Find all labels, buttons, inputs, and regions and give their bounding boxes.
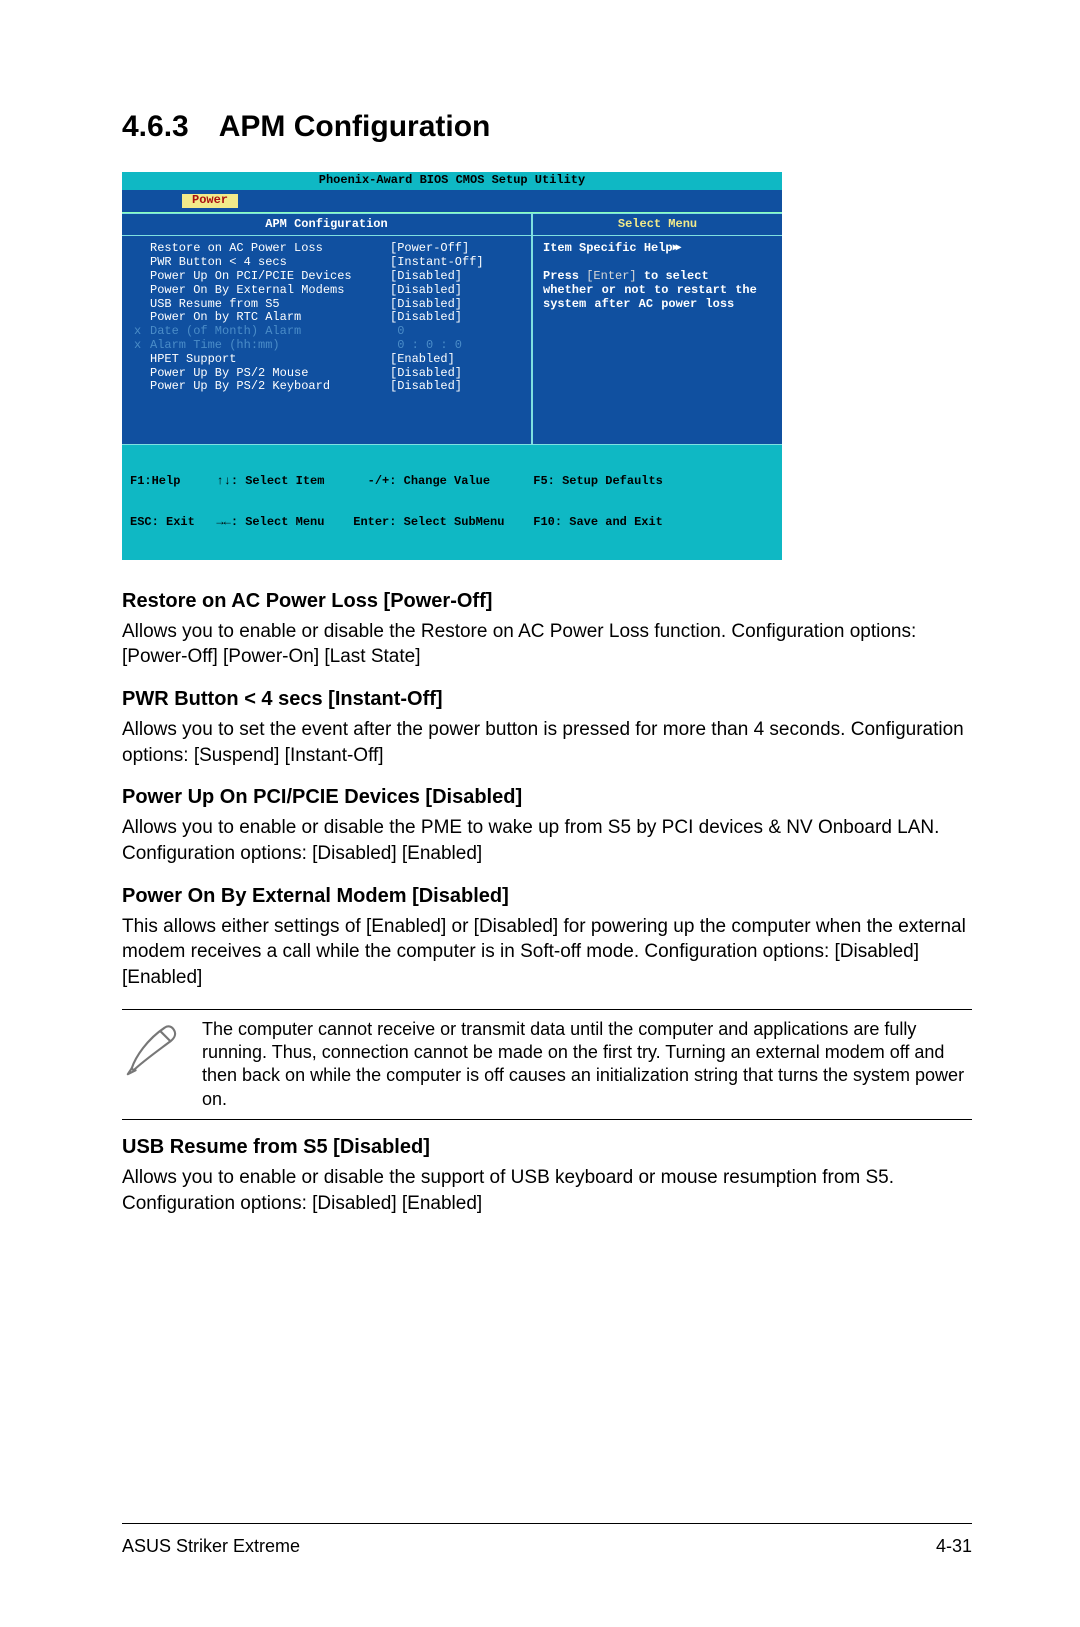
setting-title: PWR Button < 4 secs [Instant-Off]: [122, 688, 972, 711]
setting-title: Restore on AC Power Loss [Power-Off]: [122, 590, 972, 613]
forward-icon: ▶▶: [673, 243, 679, 255]
setting-body: Allows you to enable or disable the Rest…: [122, 619, 972, 670]
bios-tab-row: Power: [122, 192, 782, 212]
page-footer: ASUS Striker Extreme 4-31: [122, 1523, 972, 1557]
bios-column-headers: APM Configuration Select Menu: [122, 212, 782, 236]
setting-body: Allows you to enable or disable the supp…: [122, 1165, 972, 1216]
bios-setting-row[interactable]: PWR Button < 4 secs[Instant-Off]: [134, 256, 521, 270]
bios-setting-row[interactable]: USB Resume from S5[Disabled]: [134, 298, 521, 312]
footer-left: ASUS Striker Extreme: [122, 1536, 300, 1557]
section-heading: 4.6.3 APM Configuration: [122, 110, 972, 144]
setting-body: This allows either settings of [Enabled]…: [122, 914, 972, 991]
setting-description: Power On By External Modem [Disabled] Thi…: [122, 885, 972, 991]
help-heading: Item Specific Help: [543, 241, 673, 255]
setting-description: PWR Button < 4 secs [Instant-Off] Allows …: [122, 688, 972, 768]
bios-settings-list: Restore on AC Power Loss[Power-Off]PWR B…: [122, 235, 532, 445]
setting-description: USB Resume from S5 [Disabled] Allows you …: [122, 1136, 972, 1216]
setting-description: Power Up On PCI/PCIE Devices [Disabled] A…: [122, 786, 972, 866]
bios-setting-row[interactable]: Power Up On PCI/PCIE Devices[Disabled]: [134, 270, 521, 284]
bios-setting-row[interactable]: Power On By External Modems[Disabled]: [134, 284, 521, 298]
setting-body: Allows you to enable or disable the PME …: [122, 815, 972, 866]
bios-footer-line2: ESC: Exit →←: Select Menu Enter: Select …: [130, 516, 774, 530]
bios-setting-row[interactable]: xAlarm Time (hh:mm) 0 : 0 : 0: [134, 339, 521, 353]
setting-description: Restore on AC Power Loss [Power-Off] Allo…: [122, 590, 972, 670]
bios-setting-row[interactable]: Power Up By PS/2 Keyboard[Disabled]: [134, 380, 521, 394]
setting-title: Power Up On PCI/PCIE Devices [Disabled]: [122, 786, 972, 809]
setting-body: Allows you to set the event after the po…: [122, 717, 972, 768]
footer-right: 4-31: [936, 1536, 972, 1557]
note-text: The computer cannot receive or transmit …: [202, 1018, 972, 1112]
bios-help-panel: Item Specific Help▶▶ Press [Enter] to se…: [532, 235, 782, 445]
pencil-note-icon: [122, 1018, 184, 1085]
setting-title: Power On By External Modem [Disabled]: [122, 885, 972, 908]
bios-tab-power[interactable]: Power: [182, 194, 238, 208]
setting-title: USB Resume from S5 [Disabled]: [122, 1136, 972, 1159]
section-number: 4.6.3: [122, 110, 189, 144]
bios-footer: F1:Help ↑↓: Select Item -/+: Change Valu…: [122, 445, 782, 559]
section-title-text: APM Configuration: [219, 110, 491, 143]
bios-footer-line1: F1:Help ↑↓: Select Item -/+: Change Valu…: [130, 475, 774, 489]
bios-setting-row[interactable]: Restore on AC Power Loss[Power-Off]: [134, 242, 521, 256]
bios-setting-row[interactable]: Power Up By PS/2 Mouse[Disabled]: [134, 367, 521, 381]
bios-panel-title: APM Configuration: [122, 213, 532, 236]
bios-utility-title: Phoenix-Award BIOS CMOS Setup Utility: [122, 172, 782, 192]
bios-help-title: Select Menu: [532, 213, 782, 236]
bios-setting-row[interactable]: HPET Support[Enabled]: [134, 353, 521, 367]
note-callout: The computer cannot receive or transmit …: [122, 1009, 972, 1121]
bios-setting-row[interactable]: Power On by RTC Alarm[Disabled]: [134, 311, 521, 325]
bios-setting-row[interactable]: xDate (of Month) Alarm 0: [134, 325, 521, 339]
bios-screenshot: Phoenix-Award BIOS CMOS Setup Utility Po…: [122, 172, 782, 560]
